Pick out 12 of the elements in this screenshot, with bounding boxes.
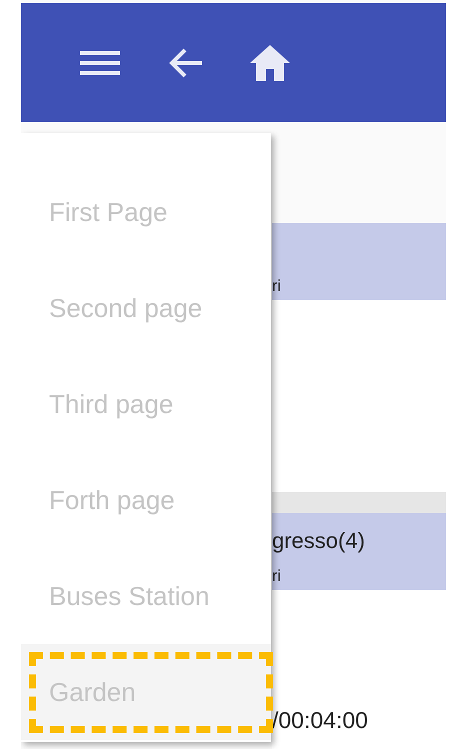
menu-item[interactable]: Third page [21, 356, 271, 452]
row-subtitle: ri [272, 278, 282, 296]
menu-item[interactable]: Second page [21, 260, 271, 356]
menu-item[interactable]: First Page [21, 164, 271, 260]
row-title: gresso(4) [272, 528, 366, 554]
row-subtitle: ri [272, 568, 282, 586]
menu-icon[interactable] [80, 50, 120, 76]
duration-text: /00:04:00 [272, 707, 369, 734]
home-icon[interactable] [250, 44, 290, 80]
back-arrow-icon[interactable] [168, 46, 202, 78]
menu-item[interactable]: Forth page [21, 452, 271, 548]
menu-item[interactable]: Buses Station [21, 548, 271, 644]
